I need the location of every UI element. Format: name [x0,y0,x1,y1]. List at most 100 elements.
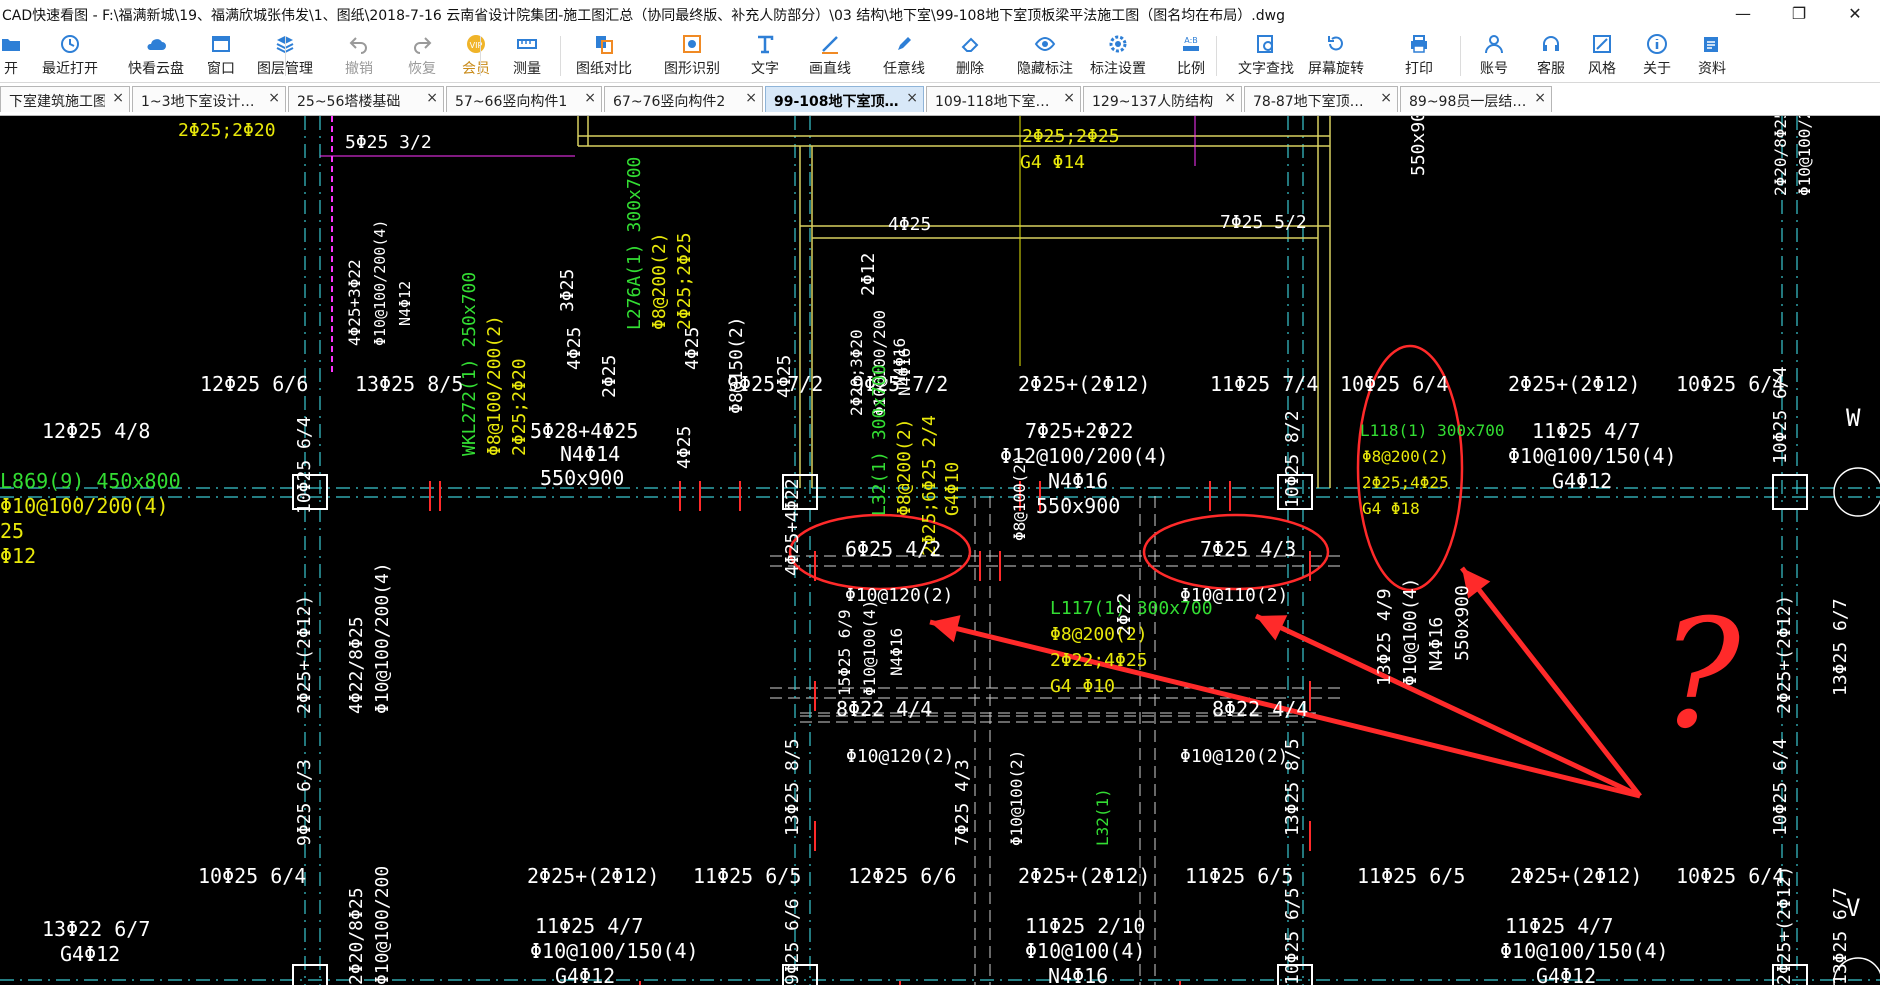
tab-close-icon[interactable]: × [268,90,280,106]
beam-annotation-text: 2Φ20/8Φ25 [346,887,367,985]
toolbar-button-25[interactable]: 资料 [1692,28,1732,82]
scale-icon: A:B [1169,33,1213,55]
cad-drawing-canvas[interactable]: ? 2Φ25;2Φ20 5Φ25 3/2 4Φ25+3Φ22 Φ10@100/200(4… [0,116,1880,985]
toolbar-button-17[interactable]: A:B 比例 [1169,28,1213,82]
beam-annotation-text: Φ10@100(4) [1400,578,1421,686]
document-tab[interactable]: 78-87地下室顶… × [1244,86,1398,112]
toolbar-button-7[interactable]: VIP 会员 [457,28,495,82]
document-tab[interactable]: 67~76竖向构件2 × [604,86,763,112]
toolbar-button-19[interactable]: 屏幕旋转 [1301,28,1371,82]
document-tab[interactable]: 下室建筑施工图 × [0,86,130,112]
toolbar-separator [480,36,481,76]
toolbar-button-14[interactable]: 删除 [950,28,990,82]
svg-text:A:B: A:B [1184,36,1198,45]
beam-annotation-text: 2Φ25+(2Φ12) [527,864,659,888]
toolbar-button-label: 风格 [1588,61,1616,77]
toolbar-button-label: 打印 [1405,61,1433,77]
document-tab[interactable]: 57~66竖向构件1 × [446,86,602,112]
document-tab[interactable]: 1~3地下室设计… × [132,86,286,112]
toolbar-button-6[interactable]: 恢复 [402,28,442,82]
toolbar-separator [1460,36,1461,76]
tab-close-icon[interactable]: × [1224,90,1236,106]
toolbar-button-20[interactable]: 打印 [1397,28,1441,82]
toolbar-button-15[interactable]: 隐藏标注 [1015,28,1075,82]
toolbar-button-1[interactable]: 最近打开 [32,28,108,82]
toolbar-button-label: 资料 [1698,61,1726,77]
beam-annotation-text: 11Φ25 4/7 [535,914,643,938]
beam-annotation-text: 4Φ25+3Φ22 [345,259,364,346]
beam-annotation-text: 2Φ25+(2Φ12) [1774,866,1795,985]
beam-annotation-text: 9Φ25 7/2 [852,372,948,396]
toolbar-separator [560,36,561,76]
beam-annotation-text: 2Φ25+(2Φ12) [1018,372,1150,396]
toolbar-button-12[interactable]: 画直线 [805,28,855,82]
toolbar-button-3[interactable]: 窗口 [201,28,241,82]
beam-annotation-text: 11Φ25 4/7 [1532,419,1640,443]
find-text-icon [1233,33,1299,55]
beam-annotation-text: Φ8@200(2) [1362,447,1449,466]
tab-close-icon[interactable]: × [1380,90,1392,106]
open-icon [0,33,22,55]
toolbar-button-8[interactable]: 测量 [505,28,549,82]
beam-annotation-text: 13Φ25 8/5 [782,738,803,836]
document-tab[interactable]: 89~98员一层结… × [1400,86,1552,112]
toolbar-button-13[interactable]: 任意线 [876,28,932,82]
beam-annotation-text: 10Φ25 6/4 [1676,372,1784,396]
beam-annotation-text: L118(1) 300x700 [1360,421,1505,440]
tab-close-icon[interactable]: × [1534,90,1546,106]
tab-close-icon[interactable]: × [112,90,124,106]
beam-annotation-text: Φ8@100(2) [1010,454,1029,541]
beam-annotation-text: 2Φ12 [858,253,879,296]
toolbar-button-label: 删除 [956,61,984,77]
toolbar-button-0[interactable]: 开 [0,28,22,82]
toolbar-button-10[interactable]: 图形识别 [659,28,725,82]
cad-drawing[interactable]: ? 2Φ25;2Φ20 5Φ25 3/2 4Φ25+3Φ22 Φ10@100/200(4… [0,116,1880,985]
toolbar-button-5[interactable]: 撤销 [337,28,381,82]
window-icon [201,33,241,55]
toolbar-button-11[interactable]: 文字 [746,28,784,82]
tab-close-icon[interactable]: × [745,90,757,106]
tab-close-icon[interactable]: × [426,90,438,106]
beam-annotation-text: 11Φ25 6/5 [1357,864,1465,888]
window-title: CAD快速看图 - F:\福满新城\19、福满欣城张伟发\1、图纸\2018-7… [2,8,1285,24]
tab-close-icon[interactable]: × [584,90,596,106]
tab-label: 57~66竖向构件1 [455,94,568,110]
document-tab[interactable]: 25~56塔楼基础 × [288,86,444,112]
beam-annotation-text: G4Φ10 [942,462,963,516]
beam-annotation-text: G4Φ12 [60,942,120,966]
tab-label: 下室建筑施工图 [9,94,105,110]
beam-annotation-text: 11Φ25 4/7 [1505,914,1613,938]
toolbar-button-9[interactable]: 图纸对比 [571,28,637,82]
toolbar-button-2[interactable]: 快看云盘 [124,28,188,82]
toolbar-button-21[interactable]: 账号 [1474,28,1514,82]
beam-annotation-text: Φ10@100/200(4) [371,220,389,346]
beam-annotation-text: 13Φ25 8/5 [355,372,463,396]
minimize-icon[interactable]: — [1720,0,1766,28]
toolbar-button-label: 测量 [513,61,541,77]
document-tab[interactable]: 99-108地下室顶… × [765,86,924,112]
toolbar-button-22[interactable]: 客服 [1531,28,1571,82]
user-icon [1474,33,1514,55]
tab-label: 99-108地下室顶… [774,94,899,110]
headset-icon [1531,33,1571,55]
line-icon [805,33,855,55]
beam-annotation-text: 550x900 [540,466,624,490]
toolbar-button-18[interactable]: 文字查找 [1233,28,1299,82]
document-tab[interactable]: 129~137人防结构 × [1083,86,1242,112]
toolbar-button-23[interactable]: 风格 [1582,28,1622,82]
beam-annotation-text: L32(1) [1093,788,1112,846]
beam-annotation-text: L869(9) 450x800 [0,469,181,493]
compare-icon [571,33,637,55]
document-tab[interactable]: 109-118地下室… × [926,86,1081,112]
column-box [1772,474,1808,510]
toolbar-button-label: 文字 [751,61,779,77]
close-icon[interactable]: ✕ [1832,0,1878,28]
beam-annotation-text: Φ10@100(4) [1025,939,1145,963]
toolbar-button-16[interactable]: 标注设置 [1085,28,1151,82]
beam-annotation-text: 2Φ20/8Φ25 [1771,116,1790,196]
tab-close-icon[interactable]: × [1063,90,1075,106]
tab-close-icon[interactable]: × [906,90,918,106]
restore-icon[interactable]: ❐ [1776,0,1822,28]
toolbar-button-24[interactable]: 关于 [1637,28,1677,82]
beam-annotation-text: L32(1) 300x700 [869,364,890,516]
